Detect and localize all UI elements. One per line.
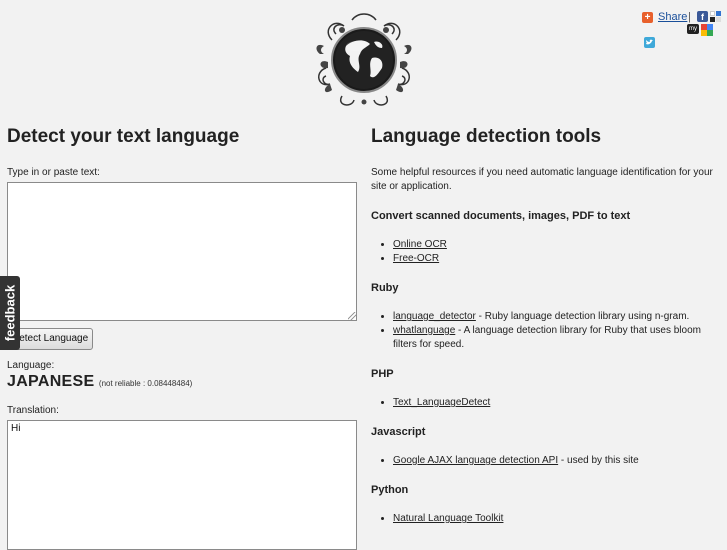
twitter-icon[interactable] xyxy=(644,37,655,48)
section-heading-javascript: Javascript xyxy=(371,426,426,438)
language-label: Language: xyxy=(7,360,55,371)
list-item: Free-OCR xyxy=(393,252,721,266)
myspace-icon[interactable]: my xyxy=(687,24,699,34)
list-item: Online OCR xyxy=(393,238,721,252)
share-link[interactable]: Share xyxy=(658,11,687,23)
section-list-ocr: Online OCR Free-OCR xyxy=(371,238,721,266)
item-description: - used by this site xyxy=(558,455,639,466)
language-value: JAPANESE xyxy=(7,373,95,390)
feedback-tab[interactable]: feedback xyxy=(0,276,20,350)
section-list-ruby: language_detector - Ruby language detect… xyxy=(371,310,721,352)
link-google-ajax-api[interactable]: Google AJAX language detection API xyxy=(393,455,558,466)
section-list-php: Text_LanguageDetect xyxy=(371,396,721,410)
list-item: Text_LanguageDetect xyxy=(393,396,721,410)
detector-title: Detect your text language xyxy=(7,126,240,147)
section-heading-ocr: Convert scanned documents, images, PDF t… xyxy=(371,210,631,222)
section-heading-php: PHP xyxy=(371,368,394,380)
item-description: - Ruby language detection library using … xyxy=(475,311,690,322)
feedback-label: feedback xyxy=(2,284,18,342)
detector-panel: Detect your text language Type in or pas… xyxy=(7,124,359,550)
globe-flourish-logo-icon xyxy=(316,13,412,106)
text-input[interactable] xyxy=(7,182,357,321)
link-whatlanguage[interactable]: whatlanguage xyxy=(393,325,455,336)
language-reliability: (not reliable : 0.08448484) xyxy=(98,379,193,388)
section-heading-python: Python xyxy=(371,484,409,496)
google-icon[interactable] xyxy=(701,24,713,36)
translation-label: Translation: xyxy=(7,405,59,416)
input-resize-handle[interactable] xyxy=(348,312,356,320)
link-free-ocr[interactable]: Free-OCR xyxy=(393,253,439,264)
list-item: whatlanguage - A language detection libr… xyxy=(393,324,721,352)
tools-panel: Language detection tools Some helpful re… xyxy=(371,124,721,526)
list-item: Google AJAX language detection API - use… xyxy=(393,454,721,468)
facebook-icon[interactable]: f xyxy=(697,11,708,22)
tools-intro: Some helpful resources if you need autom… xyxy=(371,167,713,192)
share-toolbar: + Share | f my xyxy=(642,10,724,52)
link-text-languagedetect[interactable]: Text_LanguageDetect xyxy=(393,397,490,408)
section-list-python: Natural Language Toolkit xyxy=(371,512,721,526)
list-item: Natural Language Toolkit xyxy=(393,512,721,526)
section-list-javascript: Google AJAX language detection API - use… xyxy=(371,454,721,468)
share-separator: | xyxy=(688,11,691,23)
input-label: Type in or paste text: xyxy=(7,167,100,178)
delicious-icon[interactable] xyxy=(710,11,721,22)
language-result: JAPANESE (not reliable : 0.08448484) xyxy=(7,373,192,391)
link-nltk[interactable]: Natural Language Toolkit xyxy=(393,513,503,524)
addthis-plus-icon[interactable]: + xyxy=(642,12,653,23)
link-online-ocr[interactable]: Online OCR xyxy=(393,239,447,250)
tools-title: Language detection tools xyxy=(371,126,602,147)
globe-logo[interactable] xyxy=(312,10,416,110)
link-language-detector[interactable]: language_detector xyxy=(393,311,476,322)
translation-output[interactable]: Hi xyxy=(7,420,357,550)
list-item: language_detector - Ruby language detect… xyxy=(393,310,721,324)
section-heading-ruby: Ruby xyxy=(371,282,399,294)
